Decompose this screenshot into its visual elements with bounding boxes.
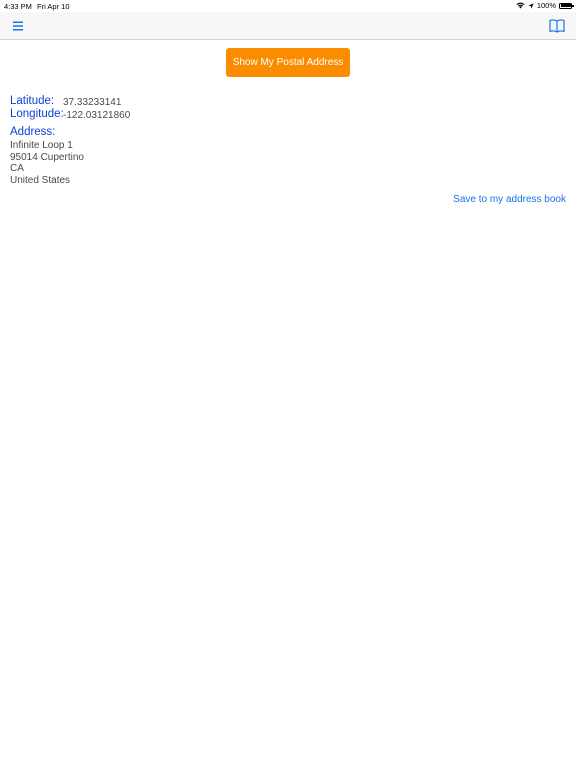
latitude-value: 37.33233141: [63, 97, 122, 108]
latitude-label: Latitude:: [10, 95, 55, 107]
battery-percent: 100%: [536, 1, 556, 10]
longitude-label: Longitude:: [10, 108, 64, 120]
save-to-address-book-link[interactable]: Save to my address book: [453, 194, 566, 205]
address-line-country: United States: [10, 174, 71, 186]
longitude-value: -122.03121860: [63, 110, 131, 121]
status-bar: 4:33 PM Fri Apr 10 100%: [0, 0, 576, 12]
address-label: Address:: [10, 126, 56, 138]
book-icon: [549, 19, 565, 33]
location-arrow-icon: [528, 2, 534, 9]
app-screen: 4:33 PM Fri Apr 10 100% Show My Postal A…: [0, 0, 576, 768]
navigation-bar: [0, 12, 576, 40]
wifi-icon: [516, 2, 525, 9]
address-book-button[interactable]: [548, 17, 566, 35]
status-time: 4:33 PM: [4, 2, 32, 11]
battery-icon: [559, 2, 574, 9]
menu-icon: [13, 21, 23, 31]
status-date: Fri Apr 10: [37, 2, 70, 11]
address-line-state: CA: [10, 163, 24, 174]
address-line-city: 95014 Cupertino: [10, 151, 84, 163]
show-postal-address-button[interactable]: Show My Postal Address: [226, 48, 350, 77]
menu-button[interactable]: [10, 18, 26, 34]
address-line-street: Infinite Loop 1: [10, 140, 73, 151]
address-block: Infinite Loop 1 95014 Cupertino CA Unite…: [10, 140, 84, 186]
status-right-group: 100%: [516, 1, 574, 10]
